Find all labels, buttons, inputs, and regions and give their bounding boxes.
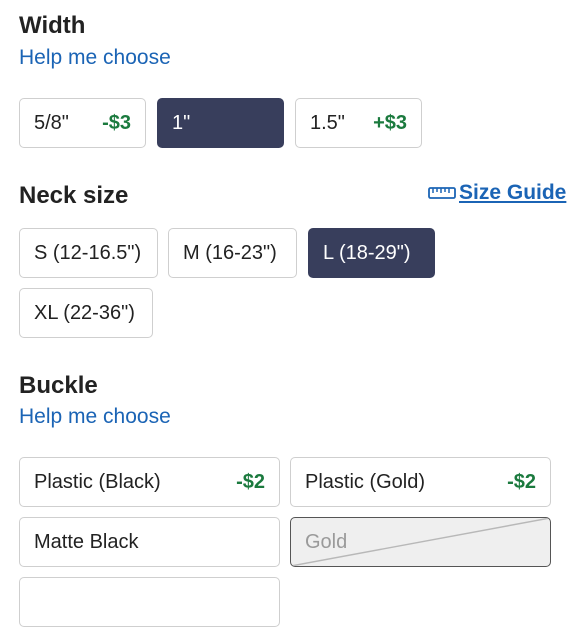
neck-size-title: Neck size: [19, 182, 129, 209]
option-label: Matte Black: [34, 530, 139, 553]
size-guide-link[interactable]: Size Guide: [428, 181, 566, 205]
size-guide-label: Size Guide: [459, 181, 567, 204]
option-label: 5/8": [34, 111, 69, 134]
width-help-link[interactable]: Help me choose: [19, 46, 171, 70]
option-label: M (16-23"): [183, 241, 277, 264]
option-label: 1": [172, 111, 191, 134]
option-price: +$3: [373, 111, 407, 134]
option-label: S (12-16.5"): [34, 241, 142, 264]
option-price: -$3: [102, 111, 131, 134]
buckle-help-link[interactable]: Help me choose: [19, 405, 171, 429]
buckle-title: Buckle: [19, 372, 98, 399]
buckle-option-plastic-gold[interactable]: Plastic (Gold) -$2: [290, 457, 551, 507]
option-label: Gold: [305, 530, 348, 553]
neck-option-l[interactable]: L (18-29"): [308, 228, 435, 278]
buckle-option-next[interactable]: [19, 577, 280, 627]
width-title: Width: [19, 12, 86, 39]
option-label: XL (22-36"): [34, 301, 135, 324]
option-price: -$2: [507, 470, 536, 493]
option-label: Plastic (Gold): [305, 470, 426, 493]
buckle-option-plastic-black[interactable]: Plastic (Black) -$2: [19, 457, 280, 507]
option-label: 1.5": [310, 111, 345, 134]
width-option-1-5[interactable]: 1.5" +$3: [295, 98, 422, 148]
option-label: Plastic (Black): [34, 470, 161, 493]
width-option-1[interactable]: 1": [157, 98, 284, 148]
option-label: L (18-29"): [323, 241, 411, 264]
buckle-option-matte-black[interactable]: Matte Black: [19, 517, 280, 567]
buckle-option-gold-unavailable[interactable]: Gold: [290, 517, 551, 567]
ruler-icon: [428, 187, 456, 199]
option-price: -$2: [236, 470, 265, 493]
neck-option-xl[interactable]: XL (22-36"): [19, 288, 153, 338]
width-option-5-8[interactable]: 5/8" -$3: [19, 98, 146, 148]
neck-option-s[interactable]: S (12-16.5"): [19, 228, 158, 278]
neck-option-m[interactable]: M (16-23"): [168, 228, 297, 278]
